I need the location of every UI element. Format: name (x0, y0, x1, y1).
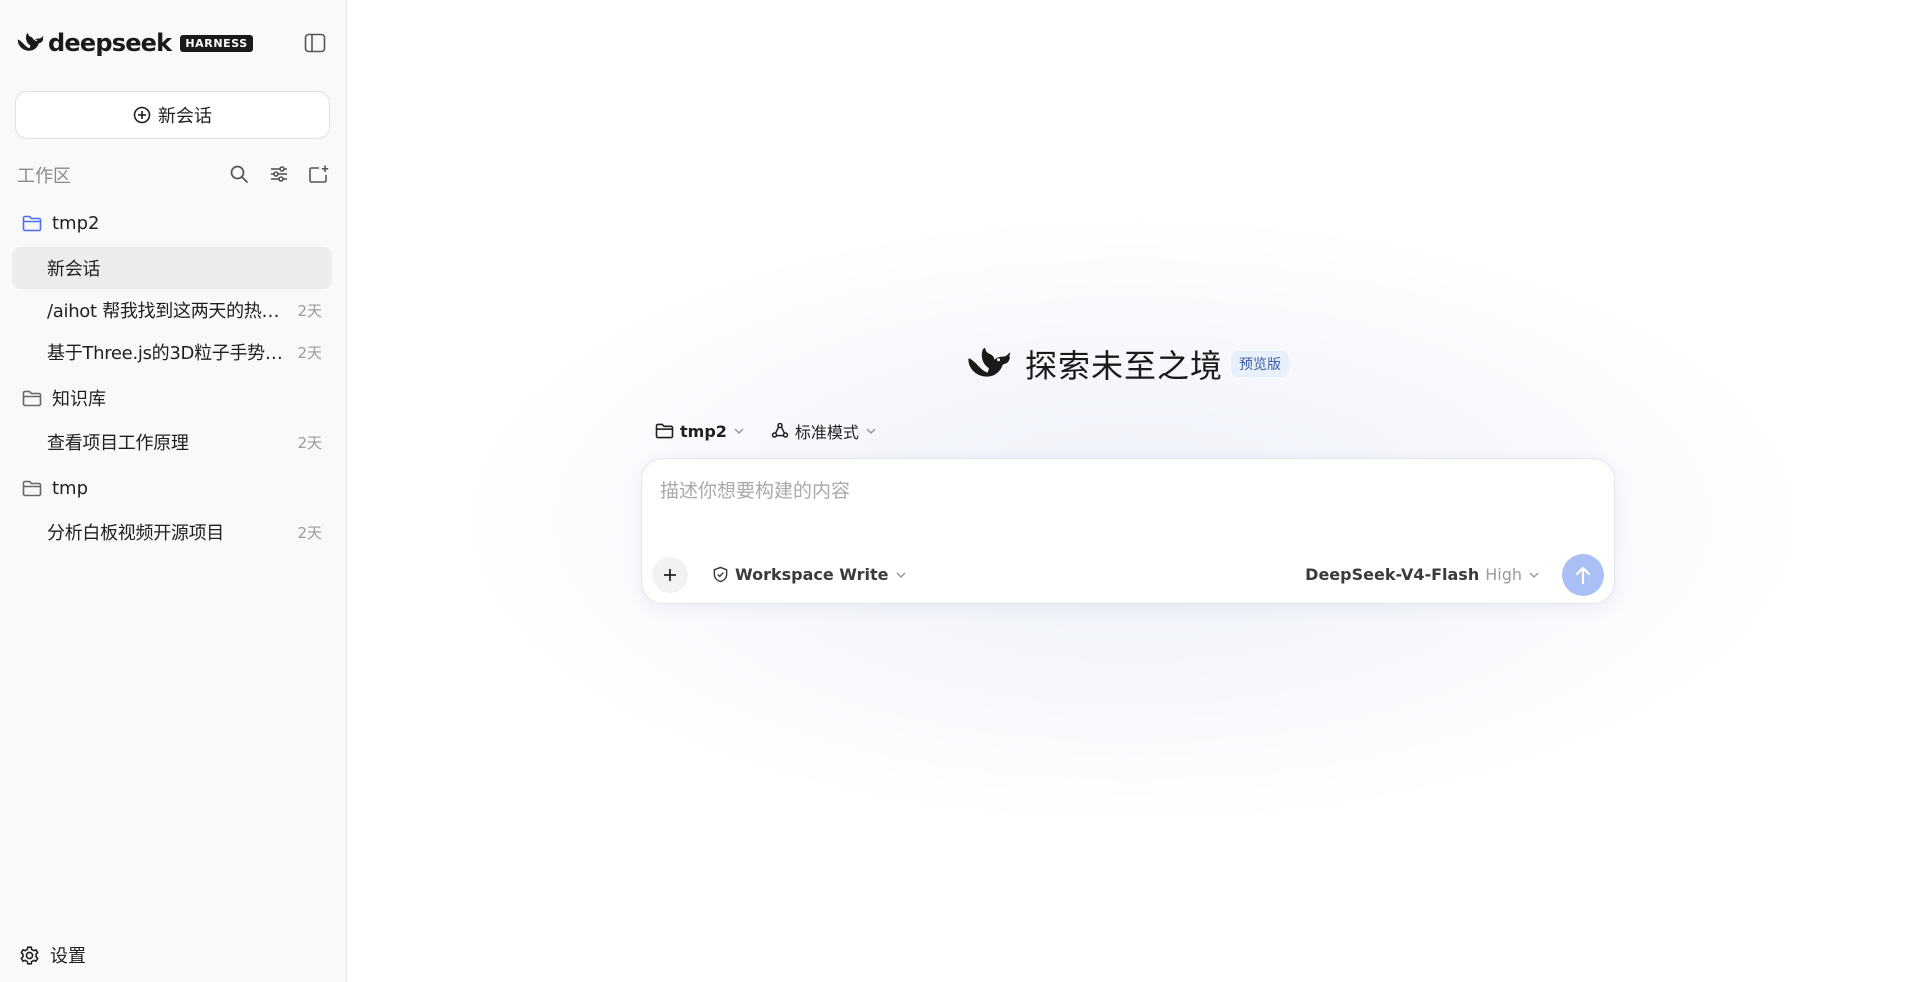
folder-name: 知识库 (52, 389, 106, 410)
folder-icon (22, 215, 42, 231)
mode-selector-label: 标准模式 (794, 423, 859, 442)
whale-logo-icon (17, 33, 44, 51)
folder-icon (22, 390, 42, 406)
arrow-up-icon (1575, 566, 1591, 585)
workspace-header: 工作区 (17, 162, 331, 188)
conversation-title: 分析白板视频开源项目 (47, 523, 224, 544)
conversation-time: 2天 (297, 433, 322, 452)
folder-knowledge-base[interactable]: 知识库 (22, 384, 106, 412)
conversation-time: 2天 (297, 523, 322, 542)
preview-badge: 预览版 (1231, 351, 1290, 377)
folder-name: tmp2 (52, 212, 100, 234)
permission-selector[interactable]: Workspace Write (712, 565, 907, 584)
folder-tmp[interactable]: tmp (22, 474, 88, 502)
search-icon (230, 165, 248, 183)
composer: Workspace Write DeepSeek-V4-Flash High (641, 458, 1615, 604)
brand-badge: HARNESS (180, 34, 253, 52)
conversation-item[interactable]: /aihot 帮我找到这两天的热点话 2天 (12, 289, 332, 331)
folder-icon (22, 480, 42, 496)
mode-selector[interactable]: 标准模式 (771, 419, 877, 443)
gear-icon (20, 945, 39, 965)
folder-name: tmp (52, 477, 89, 499)
plus-circle-icon (133, 106, 151, 124)
settings-label: 设置 (50, 946, 86, 967)
sidebar: deepseek HARNESS 新会话 工作区 tmp2 新会话 /aihot… (0, 0, 347, 982)
permission-label: Workspace Write (735, 565, 889, 584)
conversation-item[interactable]: 基于Three.js的3D粒子手势控... 2天 (12, 331, 332, 373)
model-name: DeepSeek-V4-Flash (1305, 565, 1480, 584)
model-selector[interactable]: DeepSeek-V4-Flash High (1305, 565, 1540, 584)
brand-name: deepseek (48, 29, 172, 57)
settings-button[interactable]: 设置 (19, 942, 86, 968)
conversation-item[interactable]: 查看项目工作原理 2天 (12, 421, 332, 463)
model-level: High (1485, 565, 1522, 584)
chevron-down-icon (896, 571, 906, 578)
conversation-time: 2天 (297, 301, 322, 320)
folder-tmp2[interactable]: tmp2 (22, 209, 99, 237)
folder-icon (655, 423, 674, 439)
new-folder-button[interactable] (307, 162, 331, 186)
conversation-time: 2天 (297, 343, 322, 362)
new-folder-icon (309, 165, 329, 183)
brand-logo: deepseek HARNESS (17, 28, 253, 58)
sliders-icon (271, 166, 287, 182)
chevron-down-icon (734, 428, 744, 435)
new-chat-button[interactable]: 新会话 (15, 91, 330, 139)
folder-selector-label: tmp2 (680, 421, 727, 441)
chevron-down-icon (1529, 571, 1539, 578)
filter-button[interactable] (267, 162, 291, 186)
main-panel: 探索未至之境 预览版 tmp2 标准模式 描述你想要构建的内容 Workspac… (348, 0, 1916, 982)
conversation-title: 基于Three.js的3D粒子手势控... (47, 343, 292, 364)
folder-selector[interactable]: tmp2 (655, 422, 745, 441)
new-chat-label: 新会话 (158, 106, 212, 127)
whale-logo-icon (968, 347, 1011, 377)
hero-heading: 探索未至之境 预览版 (967, 342, 1290, 386)
conversation-item[interactable]: 分析白板视频开源项目 2天 (12, 511, 332, 553)
conversation-item[interactable]: 新会话 (12, 247, 332, 289)
conversation-title: 新会话 (47, 259, 101, 280)
sidebar-toggle-button[interactable] (303, 32, 327, 54)
conversation-title: 查看项目工作原理 (47, 433, 189, 454)
shield-icon (713, 566, 728, 583)
plus-icon (664, 569, 676, 581)
attach-button[interactable] (652, 557, 688, 593)
hero-title: 探索未至之境 (1025, 347, 1224, 385)
workspace-label: 工作区 (17, 166, 71, 187)
mode-icon (771, 422, 789, 438)
search-button[interactable] (227, 162, 251, 186)
sidebar-toggle-icon (304, 33, 326, 53)
prompt-input[interactable] (660, 473, 1560, 509)
send-button[interactable] (1562, 554, 1604, 596)
context-bar: tmp2 标准模式 (655, 418, 877, 444)
chevron-down-icon (866, 428, 876, 435)
conversation-title: /aihot 帮我找到这两天的热点话 (47, 301, 292, 322)
